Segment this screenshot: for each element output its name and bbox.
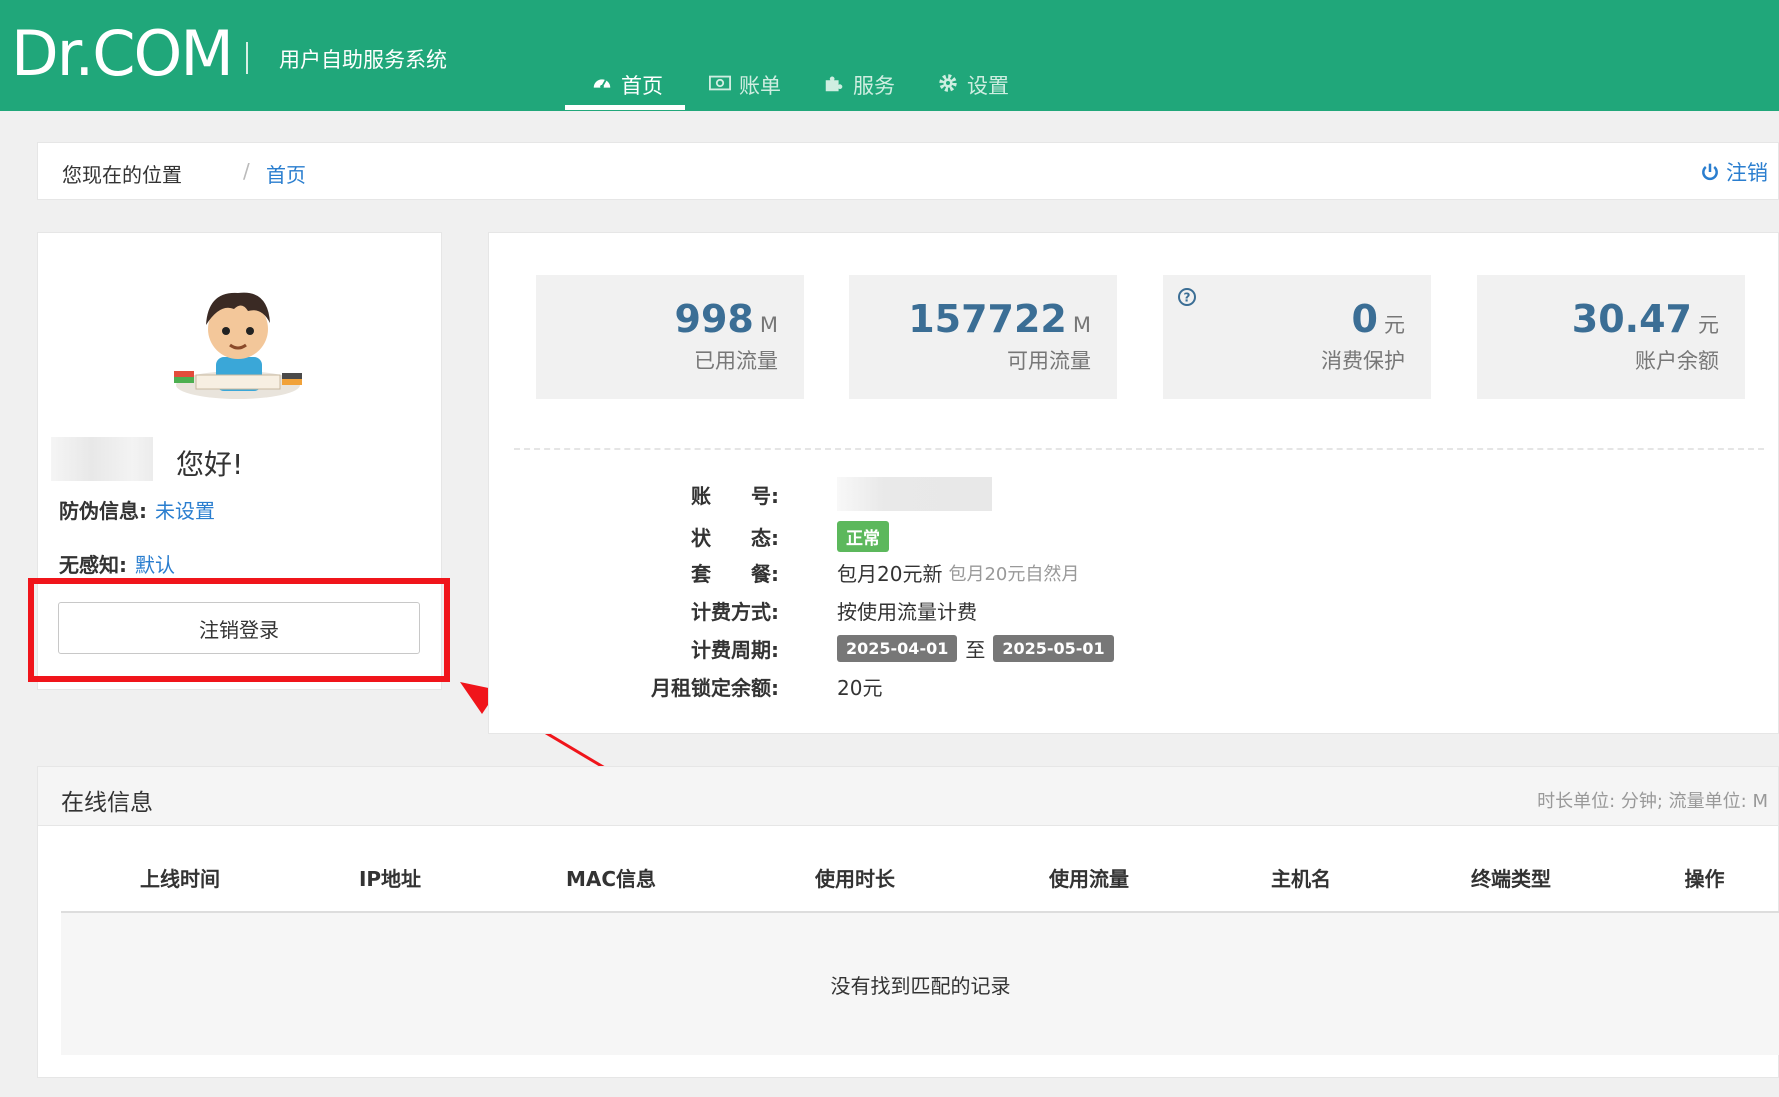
- detail-label: 套 餐:: [691, 562, 779, 586]
- seamless-label: 无感知:: [59, 553, 127, 577]
- stat-label: 消费保护: [1321, 349, 1405, 373]
- empty-table-message: 没有找到匹配的记录: [61, 913, 1779, 1055]
- logout-link[interactable]: 注销: [1700, 157, 1768, 187]
- online-info-panel: 在线信息 时长单位: 分钟; 流量单位: M 上线时间 IP地址 MAC信息 使…: [37, 766, 1779, 1078]
- seamless-row: 无感知: 默认: [59, 549, 175, 578]
- breadcrumb-label: 您现在的位置: [62, 163, 182, 187]
- detail-locked-balance: 月租锁定余额: 20元: [629, 672, 882, 701]
- online-info-units: 时长单位: 分钟; 流量单位: M: [1537, 791, 1768, 812]
- stat-unit: 元: [1384, 313, 1405, 337]
- online-info-header: 在线信息 时长单位: 分钟; 流量单位: M: [38, 767, 1778, 826]
- stat-used-traffic: 998 M 已用流量: [536, 275, 804, 399]
- nav-settings[interactable]: 设置: [937, 60, 1009, 110]
- detail-billing-period: 计费周期: 2025-04-01 至 2025-05-01: [629, 634, 1114, 663]
- gear-icon: [939, 74, 957, 92]
- stat-label: 可用流量: [1007, 349, 1091, 373]
- user-avatar: [174, 292, 302, 399]
- account-stats-panel: 998 M 已用流量 157722 M 可用流量 ? 0元 消费保护 30.47 元 …: [488, 232, 1779, 734]
- seamless-link[interactable]: 默认: [135, 553, 175, 577]
- svg-text:?: ?: [1184, 291, 1191, 305]
- nav-settings-label: 设置: [967, 74, 1009, 98]
- dashboard-icon: [593, 79, 611, 89]
- column-header[interactable]: 主机名: [1209, 863, 1393, 892]
- stat-consumption-protection: ? 0元 消费保护: [1163, 275, 1431, 399]
- main-nav: 首页 账单 服务 设置: [565, 60, 1051, 110]
- nav-bills[interactable]: 账单: [709, 60, 781, 110]
- period-to: 至: [965, 638, 986, 662]
- stat-value: 157722: [908, 297, 1067, 341]
- masked-username: [51, 437, 153, 481]
- nav-bills-label: 账单: [739, 74, 781, 98]
- power-icon: [1702, 163, 1718, 181]
- stat-label: 已用流量: [694, 349, 778, 373]
- stat-account-balance: 30.47 元 账户余额: [1477, 275, 1745, 399]
- period-end-badge: 2025-05-01: [993, 635, 1114, 662]
- logout-link-label: 注销: [1726, 161, 1768, 185]
- billing-method-value: 按使用流量计费: [837, 600, 977, 624]
- column-header[interactable]: 使用时长: [741, 863, 969, 892]
- section-divider: [514, 448, 1764, 450]
- online-table: 上线时间 IP地址 MAC信息 使用时长 使用流量 主机名 终端类型 操作 没有…: [61, 843, 1779, 1055]
- breadcrumb-separator: /: [243, 159, 250, 183]
- column-header[interactable]: 终端类型: [1393, 863, 1629, 892]
- column-header[interactable]: 使用流量: [969, 863, 1209, 892]
- stat-unit: M: [1072, 313, 1091, 337]
- puzzle-icon: [825, 76, 843, 92]
- greeting: 您好!: [176, 448, 244, 481]
- stat-available-traffic: 157722 M 可用流量: [849, 275, 1117, 399]
- breadcrumb: 您现在的位置 / 首页 注销: [37, 142, 1779, 200]
- column-header[interactable]: 上线时间: [61, 863, 299, 892]
- column-header[interactable]: 操作: [1629, 863, 1779, 892]
- detail-label: 状 态:: [691, 526, 779, 550]
- locked-balance-value: 20元: [837, 676, 883, 700]
- detail-package: 套 餐: 包月20元新 包月20元自然月: [629, 558, 1079, 587]
- online-info-title: 在线信息: [61, 790, 153, 816]
- status-badge: 正常: [837, 521, 889, 552]
- money-icon: [709, 75, 731, 91]
- stat-unit: M: [759, 313, 778, 337]
- period-start-badge: 2025-04-01: [837, 635, 958, 662]
- column-header[interactable]: IP地址: [299, 863, 481, 892]
- question-circle-icon[interactable]: ?: [1177, 287, 1197, 307]
- detail-label: 计费周期:: [691, 638, 779, 662]
- table-header: 上线时间 IP地址 MAC信息 使用时长 使用流量 主机名 终端类型 操作: [61, 843, 1779, 913]
- stat-label: 账户余额: [1635, 349, 1719, 373]
- anti-fraud-link[interactable]: 未设置: [155, 499, 215, 523]
- package-note: 包月20元自然月: [948, 563, 1080, 585]
- stat-value: 30.47: [1571, 297, 1692, 341]
- nav-services-label: 服务: [853, 74, 895, 98]
- highlight-box: [28, 578, 450, 682]
- top-header: Dr.COM 用户自助服务系统 首页 账单 服务 设置: [0, 0, 1779, 111]
- logo: Dr.COM: [11, 17, 234, 90]
- stat-unit: 元: [1698, 313, 1719, 337]
- anti-fraud-label: 防伪信息:: [59, 499, 147, 523]
- stat-value: 998: [674, 297, 754, 341]
- masked-account-number: [837, 477, 992, 511]
- detail-account: 账 号:: [629, 477, 992, 511]
- nav-home[interactable]: 首页: [565, 60, 685, 110]
- detail-billing-method: 计费方式: 按使用流量计费: [629, 596, 977, 625]
- detail-label: 月租锁定余额:: [651, 676, 779, 700]
- breadcrumb-home-link[interactable]: 首页: [266, 159, 306, 188]
- nav-services[interactable]: 服务: [823, 60, 895, 110]
- logo-divider: [246, 42, 248, 74]
- stat-value: 0: [1351, 297, 1378, 341]
- package-name: 包月20元新: [837, 562, 943, 586]
- detail-status: 状 态: 正常: [629, 521, 889, 552]
- detail-label: 计费方式:: [691, 600, 779, 624]
- column-header[interactable]: MAC信息: [481, 863, 741, 892]
- system-subtitle: 用户自助服务系统: [279, 48, 447, 72]
- anti-fraud-row: 防伪信息: 未设置: [59, 495, 215, 524]
- nav-home-label: 首页: [621, 74, 663, 98]
- detail-label: 账 号:: [691, 483, 779, 508]
